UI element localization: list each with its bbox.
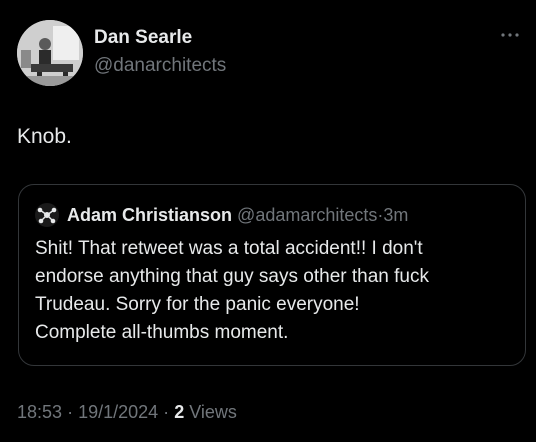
quoted-timestamp[interactable]: 3m xyxy=(383,205,408,225)
author-avatar[interactable] xyxy=(17,20,83,86)
tweet: Dan Searle @danarchitects Knob. Adam Chr… xyxy=(0,0,536,442)
tweet-meta: 18:53 · 19/1/2024 · 2 Views xyxy=(17,402,237,423)
quoted-author-name[interactable]: Adam Christianson xyxy=(67,205,232,225)
tweet-date[interactable]: 19/1/2024 xyxy=(78,402,158,422)
more-horizontal-icon[interactable] xyxy=(498,28,522,42)
quoted-tweet-header: Adam Christianson @adamarchitects·3m xyxy=(67,205,408,226)
views-label: Views xyxy=(189,402,237,422)
meta-separator: · xyxy=(67,402,74,422)
author-name[interactable]: Dan Searle xyxy=(94,27,192,49)
quoted-tweet[interactable]: Adam Christianson @adamarchitects·3m Shi… xyxy=(18,184,526,366)
views-count[interactable]: 2 xyxy=(174,402,184,422)
author-handle[interactable]: @danarchitects xyxy=(94,55,226,77)
tweet-time[interactable]: 18:53 xyxy=(17,402,62,422)
quoted-tweet-text: Shit! That retweet was a total accident!… xyxy=(35,238,429,343)
tweet-text: Knob. xyxy=(17,125,72,148)
quoted-author-handle[interactable]: @adamarchitects xyxy=(237,205,377,225)
quoted-author-avatar[interactable] xyxy=(35,203,59,227)
meta-separator: · xyxy=(163,402,170,422)
